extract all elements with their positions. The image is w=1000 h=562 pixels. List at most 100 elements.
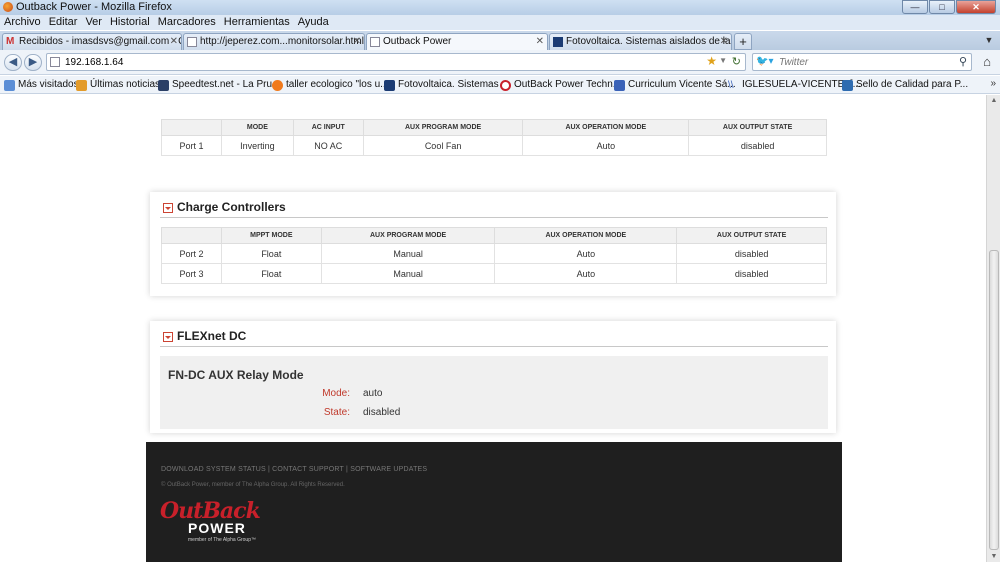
bookmark-mas-visitados[interactable]: Más visitados [4,78,79,92]
more-bookmarks-icon[interactable]: » [990,78,996,89]
tab-label: Recibidos - imasdsvs@gmail.com - G... [19,36,182,47]
forward-button[interactable]: ▶ [24,54,42,71]
menu-ver[interactable]: Ver [85,15,102,30]
scroll-up-icon[interactable]: ▲ [989,97,999,104]
bookmark-curriculum[interactable]: Curriculum Vicente Sá... [614,78,736,92]
menu-ayuda[interactable]: Ayuda [298,15,329,30]
back-button[interactable]: ◀ [4,54,22,71]
minimize-button[interactable]: — [902,0,928,14]
collapse-toggle-icon[interactable] [163,203,173,213]
panel-header[interactable]: Charge Controllers [160,200,828,218]
footer-links[interactable]: DOWNLOAD SYSTEM STATUS | CONTACT SUPPORT… [161,466,427,473]
bookmark-speedtest[interactable]: Speedtest.net - La Pru... [158,78,280,92]
close-tab-icon[interactable]: ✕ [353,34,361,49]
table-cell: Port 1 [161,135,222,156]
url-bar[interactable]: ★ ▼ ↻ [46,53,746,71]
navigation-bar: ◀ ▶ ★ ▼ ↻ 🐦▾ ⚲ ⌂ [0,50,1000,75]
bookmark-sello-calidad[interactable]: Sello de Calidad para P... [842,78,968,92]
bookmark-label: taller ecologico "los u... [286,79,389,90]
table-row: Port 2 Float Manual Auto disabled [161,243,827,264]
panel-title: FLEXnet DC [177,329,247,343]
charge-controllers-table: MPPT MODE AUX PROGRAM MODE AUX OPERATION… [161,227,827,284]
panel-title: Charge Controllers [177,200,286,214]
logo-tagline: member of The Alpha Group™ [188,537,256,543]
new-tab-button[interactable]: + [734,33,752,50]
menu-archivo[interactable]: Archivo [4,15,41,30]
bookmark-label: Últimas noticias [90,79,161,90]
bookmark-label: Speedtest.net - La Pru... [172,79,281,90]
table-cell: disabled [676,263,827,284]
tab-fotovoltaica[interactable]: Fotovoltaica. Sistemas aislados de la r.… [549,33,732,50]
tab-list-icon[interactable]: ▼ [982,35,996,47]
logo-power-text: POWER [188,520,246,536]
footer-copyright: © OutBack Power, member of The Alpha Gro… [161,482,345,488]
tab-label: Fotovoltaica. Sistemas aislados de la r.… [566,36,732,47]
table-cell: Manual [320,243,496,264]
inverters-panel: MODE AC INPUT AUX PROGRAM MODE AUX OPERA… [150,95,836,167]
table-cell: Auto [494,243,678,264]
table-cell: disabled [676,243,827,264]
bookmark-label: Más visitados [18,79,79,90]
menu-editar[interactable]: Editar [49,15,78,30]
blogger-icon [272,80,283,91]
reload-icon[interactable]: ↻ [732,55,741,68]
search-icon[interactable]: ⚲ [959,55,967,68]
menu-bar: Archivo Editar Ver Historial Marcadores … [0,15,1000,30]
inverters-table: MODE AC INPUT AUX PROGRAM MODE AUX OPERA… [161,119,827,156]
state-value: disabled [363,407,401,418]
tab-gmail[interactable]: M Recibidos - imasdsvs@gmail.com - G... … [2,33,182,50]
menu-marcadores[interactable]: Marcadores [158,15,216,30]
mode-label: Mode: [322,388,350,399]
maximize-button[interactable]: □ [929,0,955,14]
relay-mode-title: FN-DC AUX Relay Mode [168,368,304,382]
column-header: AUX OPERATION MODE [522,119,690,136]
scrollbar-thumb[interactable] [989,250,999,550]
url-history-dropdown-icon[interactable]: ▼ [719,56,727,65]
close-tab-icon[interactable]: ✕ [170,34,178,49]
collapse-toggle-icon[interactable] [163,332,173,342]
bookmark-label: Curriculum Vicente Sá... [628,79,736,90]
outback-icon [500,80,511,91]
column-header: AUX OUTPUT STATE [676,227,827,244]
menu-herramientas[interactable]: Herramientas [224,15,290,30]
window-titlebar: Outback Power - Mozilla Firefox — □ ✕ [0,0,1000,15]
tab-monitorsolar[interactable]: http://jeperez.com...monitorsolar.html ✕ [183,33,365,50]
page-icon [187,37,197,47]
table-cell: Auto [494,263,678,284]
bookmark-taller-ecologico[interactable]: taller ecologico "los u... [272,78,389,92]
state-label: State: [323,407,350,418]
tab-outback-power[interactable]: Outback Power ✕ [366,33,548,50]
document-icon [614,80,625,91]
flexnet-dc-panel: FLEXnet DC FN-DC AUX Relay Mode Mode: au… [150,321,836,433]
relay-mode-box: FN-DC AUX Relay Mode Mode: auto State: d… [160,356,828,429]
home-icon[interactable]: ⌂ [977,54,997,71]
window-controls: — □ ✕ [902,0,996,14]
bookmark-iglesuela[interactable]: \\ IGLESUELA-VICENTE: [... [728,78,861,92]
search-input[interactable] [779,55,949,69]
bookmark-ultimas-noticias[interactable]: Últimas noticias [76,78,160,92]
vertical-scrollbar[interactable]: ▲ ▼ [986,95,1000,562]
charge-controllers-panel: Charge Controllers MPPT MODE AUX PROGRAM… [150,192,836,296]
scroll-down-icon[interactable]: ▼ [989,553,999,560]
most-visited-icon [4,80,15,91]
twitter-icon[interactable]: 🐦▾ [756,56,773,67]
table-cell: Port 3 [161,263,222,284]
column-header: MODE [220,119,294,136]
menu-historial[interactable]: Historial [110,15,150,30]
site-identity-icon[interactable] [50,57,60,67]
tab-label: http://jeperez.com...monitorsolar.html [200,36,364,47]
firefox-icon [3,2,13,12]
bookmark-outback-power[interactable]: OutBack Power Techn... [500,78,621,92]
panel-header[interactable]: FLEXnet DC [160,329,828,347]
bookmark-star-icon[interactable]: ★ [706,54,717,68]
bookmark-fotovoltaica[interactable]: Fotovoltaica. Sistemas ... [384,78,510,92]
close-tab-icon[interactable]: ✕ [720,34,728,49]
close-tab-icon[interactable]: ✕ [536,34,544,49]
close-button[interactable]: ✕ [956,0,996,14]
search-bar[interactable]: 🐦▾ ⚲ [752,53,972,71]
url-input[interactable] [65,55,705,69]
table-cell: Auto [522,135,690,156]
column-header: MPPT MODE [220,227,322,244]
page-icon [370,37,380,47]
fotovoltaica-icon [553,37,563,47]
